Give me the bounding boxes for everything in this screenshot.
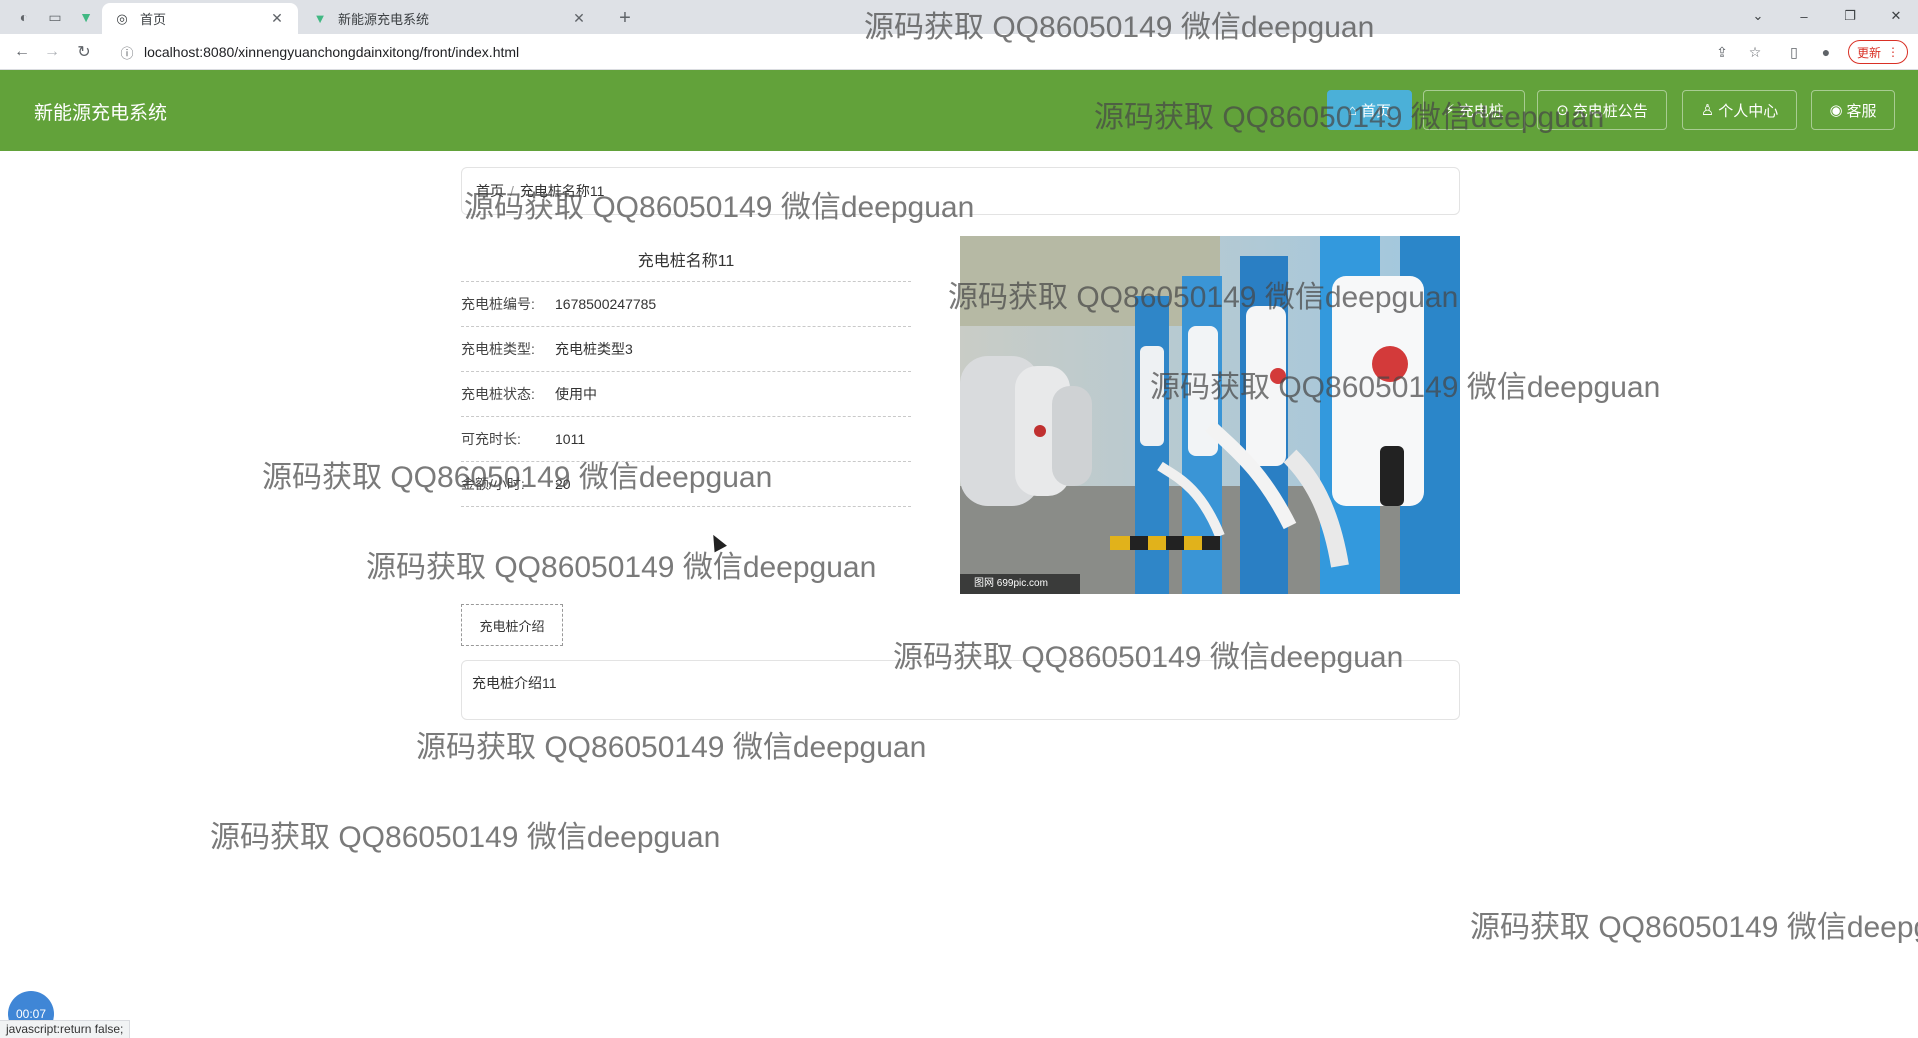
detail-value: 使用中 xyxy=(555,386,597,402)
browser-toolbar: ← → ↻ ⓘ localhost:8080/xinnengyuanchongd… xyxy=(0,34,1918,70)
forward-icon[interactable]: → xyxy=(40,41,64,63)
browser-tab-strip: ◐ ▭ ▼ ◎ 首页 ✕ ▼ 新能源充电系统 ✕ + ⌄ – ❐ ✕ xyxy=(0,0,1918,34)
info-icon[interactable]: ⓘ xyxy=(118,43,136,61)
restore-button[interactable]: ❐ xyxy=(1836,5,1864,27)
charger-icon: ⚡ xyxy=(1444,102,1455,119)
charger-photo: 图网 699pic.com xyxy=(960,236,1460,594)
charging-station-image xyxy=(960,236,1460,594)
detail-value: 1678500247785 xyxy=(555,296,657,312)
star-icon[interactable]: ☆ xyxy=(1745,42,1765,62)
tab-home[interactable]: ◎ 首页 ✕ xyxy=(102,3,298,34)
user-icon: ♙ xyxy=(1700,102,1715,119)
site-title: 新能源充电系统 xyxy=(34,103,168,124)
service-icon: ◉ xyxy=(1829,102,1843,119)
nav-user-center[interactable]: ♙ 个人中心 xyxy=(1682,90,1797,130)
new-tab-button[interactable]: + xyxy=(613,6,637,30)
detail-value: 充电桩类型3 xyxy=(555,341,633,357)
vue-tab-icon[interactable]: ▼ xyxy=(76,7,96,27)
back-icon[interactable]: ← xyxy=(10,41,34,63)
home-icon: ⌂ xyxy=(1347,101,1358,119)
mouse-cursor-icon xyxy=(707,531,727,553)
detail-label: 充电桩状态: xyxy=(461,386,535,402)
tab-label: 首页 xyxy=(140,12,167,27)
nav-service[interactable]: ◉ 客服 xyxy=(1811,90,1895,130)
status-bar: javascript:return false; xyxy=(0,1020,131,1038)
nav-label: 充电桩公告 xyxy=(1572,102,1648,120)
address-bar[interactable]: ⓘ localhost:8080/xinnengyuanchongdainxit… xyxy=(110,38,1750,66)
nav-label: 首页 xyxy=(1361,102,1392,120)
screen: ◐ ▭ ▼ ◎ 首页 ✕ ▼ 新能源充电系统 ✕ + ⌄ – ❐ ✕ ← → ↻… xyxy=(0,0,1918,1038)
sidepanel-icon[interactable]: ▯ xyxy=(1784,42,1804,62)
watermark-text: 源码获取 QQ86050149 微信deepguan xyxy=(1470,911,1918,944)
detail-label: 金额/小时: xyxy=(461,476,525,492)
reload-icon[interactable]: ↻ xyxy=(72,41,96,63)
url-text: localhost:8080/xinnengyuanchongdainxiton… xyxy=(144,44,520,60)
update-label: 更新 xyxy=(1856,45,1881,60)
tab-system[interactable]: ▼ 新能源充电系统 ✕ xyxy=(300,3,600,34)
minimize-button[interactable]: – xyxy=(1790,5,1818,27)
watermark-text: 源码获取 QQ86050149 微信deepguan xyxy=(210,821,721,854)
tab-search-icon[interactable]: ⌄ xyxy=(1744,5,1772,27)
detail-row: 充电桩状态: 使用中 xyxy=(461,372,911,417)
intro-content: 充电桩介绍11 xyxy=(461,660,1460,720)
site-header: 新能源充电系统 ⌂ 首页 ⚡ 充电桩 ⊙ 充电桩公告 ♙ 个人中心 ◉ 客服 xyxy=(0,70,1918,151)
close-icon[interactable]: ✕ xyxy=(268,10,286,27)
detail-label: 可充时长: xyxy=(461,431,521,447)
nav-label: 个人中心 xyxy=(1718,102,1779,120)
breadcrumb-home[interactable]: 首页 xyxy=(476,181,504,201)
intro-tab[interactable]: 充电桩介绍 xyxy=(461,604,563,646)
nav-home[interactable]: ⌂ 首页 xyxy=(1327,90,1412,130)
close-window-button[interactable]: ✕ xyxy=(1882,5,1910,27)
share-icon[interactable]: ⇪ xyxy=(1712,42,1732,62)
tab-group-icon[interactable]: ▭ xyxy=(45,7,65,27)
charger-name: 充电桩名称11 xyxy=(461,236,911,282)
detail-row: 金额/小时: 20 xyxy=(461,462,911,507)
detail-value: 1011 xyxy=(555,431,586,447)
globe-icon: ◎ xyxy=(116,10,128,26)
detail-row: 充电桩类型: 充电桩类型3 xyxy=(461,327,911,372)
watermark-text: 源码获取 QQ86050149 微信deepguan xyxy=(416,731,927,764)
detail-label: 充电桩编号: xyxy=(461,296,535,312)
detail-row: 可充时长: 1011 xyxy=(461,417,911,462)
detail-value: 20 xyxy=(555,476,571,492)
close-icon[interactable]: ✕ xyxy=(570,10,588,27)
breadcrumb-separator: / xyxy=(510,183,514,199)
chrome-menu-icon[interactable]: ◐ xyxy=(14,7,34,27)
update-button[interactable]: 更新 ⋮ xyxy=(1848,40,1908,64)
nav-label: 客服 xyxy=(1846,102,1877,120)
watermark-text: 源码获取 QQ86050149 微信deepguan xyxy=(366,551,877,584)
vue-icon: ▼ xyxy=(313,11,327,26)
breadcrumb-current: 充电桩名称11 xyxy=(519,183,605,199)
tab-label: 新能源充电系统 xyxy=(338,12,430,27)
nav-charger[interactable]: ⚡ 充电桩 xyxy=(1423,90,1525,130)
detail-label: 充电桩类型: xyxy=(461,341,535,357)
nav-notice[interactable]: ⊙ 充电桩公告 xyxy=(1537,90,1667,130)
breadcrumb: 首页 / 充电桩名称11 xyxy=(461,167,1460,215)
charger-detail: 充电桩名称11 充电桩编号: 1678500247785 充电桩类型: 充电桩类… xyxy=(461,236,911,507)
more-icon: ⋮ xyxy=(1887,45,1899,59)
nav-label: 充电桩 xyxy=(1458,102,1504,120)
photo-caption: 图网 699pic.com xyxy=(974,578,1048,589)
profile-icon[interactable]: ● xyxy=(1816,42,1836,62)
notice-icon: ⊙ xyxy=(1556,102,1569,119)
detail-row: 充电桩编号: 1678500247785 xyxy=(461,282,911,327)
